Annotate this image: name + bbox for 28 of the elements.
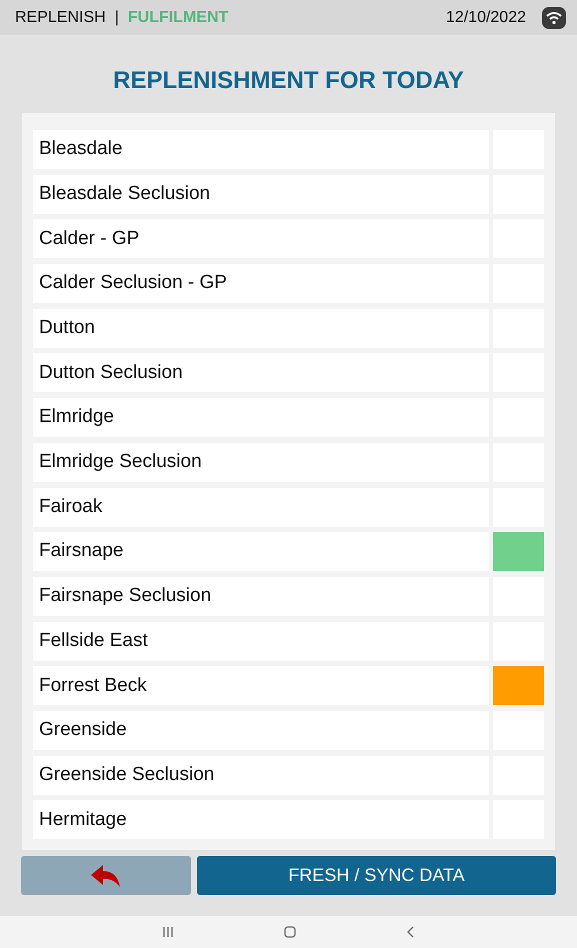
app-name: REPLENISH — [15, 8, 106, 28]
location-name[interactable]: Calder Seclusion - GP — [33, 264, 489, 304]
wifi-icon — [542, 6, 566, 28]
location-name[interactable]: Bleasdale Seclusion — [33, 174, 489, 214]
location-name[interactable]: Bleasdale — [33, 130, 489, 169]
back-icon[interactable] — [406, 926, 416, 938]
reply-arrow-icon — [91, 864, 121, 886]
location-name[interactable]: Dutton — [33, 308, 489, 348]
mode-label: FULFILMENT — [128, 8, 228, 28]
location-name[interactable]: Greenside — [33, 710, 489, 750]
date-text: 12/10/2022 — [446, 8, 526, 28]
separator: | — [114, 8, 119, 28]
location-name[interactable]: Fairsnape Seclusion — [33, 576, 489, 616]
recent-apps-icon[interactable] — [162, 926, 174, 938]
location-name[interactable]: Dutton Seclusion — [33, 353, 489, 392]
location-name[interactable]: Calder - GP — [33, 219, 489, 258]
location-name[interactable]: Forrest Beck — [33, 666, 489, 706]
location-name[interactable]: Fellside East — [33, 622, 489, 661]
location-name[interactable]: Fairsnape — [33, 532, 489, 572]
home-icon[interactable] — [284, 926, 296, 938]
location-name[interactable]: Hermitage — [33, 800, 489, 840]
location-name[interactable]: Elmridge Seclusion — [33, 442, 489, 482]
location-name[interactable]: Fairoak — [33, 488, 489, 526]
location-name[interactable]: Greenside Seclusion — [33, 756, 489, 795]
back-button[interactable] — [21, 856, 191, 895]
sync-button[interactable]: FRESH / SYNC DATA — [197, 856, 556, 895]
page-title: REPLENISHMENT FOR TODAY — [113, 66, 464, 96]
location-name[interactable]: Elmridge — [33, 398, 489, 438]
